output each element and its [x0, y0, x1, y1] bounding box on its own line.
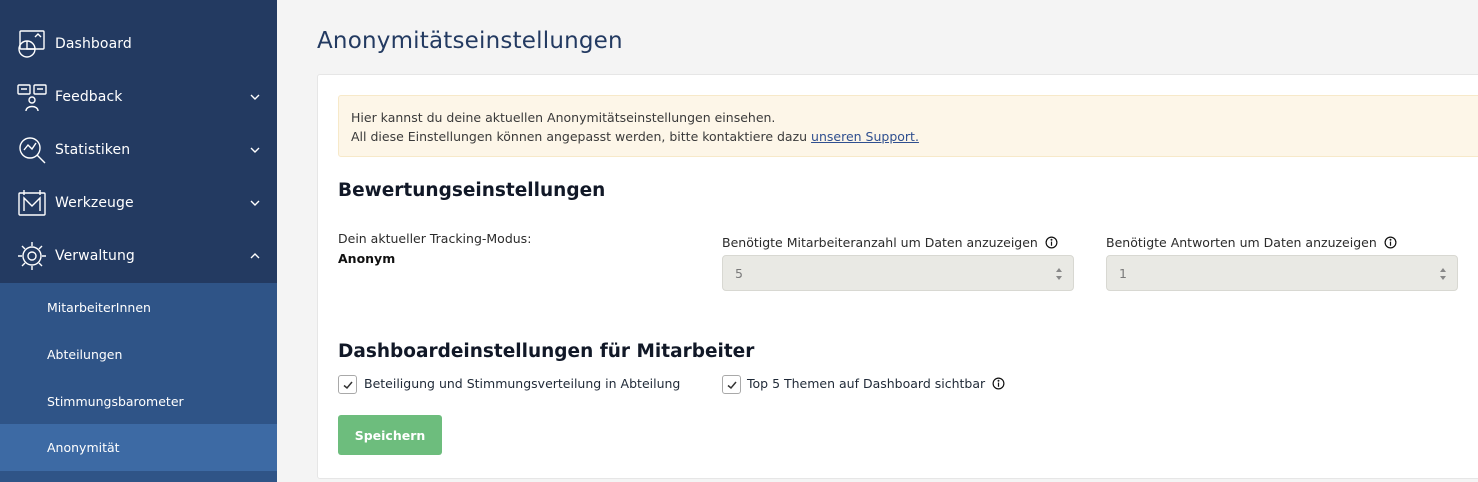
participation-checkbox[interactable]: [338, 375, 357, 394]
sidebar-submenu: MitarbeiterInnen Abteilungen Stimmungsba…: [0, 283, 277, 482]
info-notice: Hier kannst du deine aktuellen Anonymitä…: [338, 95, 1478, 157]
page-title: Anonymitätseinstellungen: [317, 28, 623, 54]
min-employees-label: Benötigte Mitarbeiteranzahl um Daten anz…: [722, 235, 1058, 250]
chevron-down-icon: [250, 147, 260, 153]
top-topics-checkbox-label[interactable]: Top 5 Themen auf Dashboard sichtbar: [747, 376, 1005, 391]
notice-line-2-text: All diese Einstellungen können angepasst…: [351, 129, 812, 144]
number-spinner-icon[interactable]: [1439, 266, 1447, 282]
number-spinner-icon[interactable]: [1055, 266, 1063, 282]
chevron-up-icon: [250, 252, 260, 258]
info-icon[interactable]: [1045, 236, 1058, 249]
tracking-mode-value: Anonym: [338, 251, 396, 266]
sidebar-item-label: Werkzeuge: [55, 194, 134, 211]
info-icon[interactable]: [1384, 236, 1397, 249]
sidebar-subitem-label: Anonymität: [47, 440, 120, 455]
sidebar-item-label: Feedback: [55, 88, 123, 105]
statistics-icon: [19, 136, 46, 163]
min-employees-label-text: Benötigte Mitarbeiteranzahl um Daten anz…: [722, 235, 1038, 250]
sidebar-item-statistiken[interactable]: Statistiken: [0, 123, 277, 176]
dashboard-settings-heading: Dashboardeinstellungen für Mitarbeiter: [338, 341, 755, 362]
check-icon: [343, 381, 353, 390]
info-icon[interactable]: [992, 377, 1005, 390]
sidebar-item-label: Statistiken: [55, 141, 131, 158]
tracking-mode-label: Dein aktueller Tracking-Modus:: [338, 231, 532, 246]
sidebar-subitem-label: Abteilungen: [47, 347, 123, 362]
sidebar-subitem-anonymitaet[interactable]: Anonymität: [0, 424, 277, 471]
top-topics-checkbox[interactable]: [722, 375, 741, 394]
min-answers-value: 1: [1119, 266, 1127, 281]
sidebar: Dashboard Feedback Statistiken Werkzeuge: [0, 0, 277, 482]
chevron-down-icon: [250, 94, 260, 100]
min-answers-input[interactable]: 1: [1106, 255, 1458, 291]
sidebar-item-feedback[interactable]: Feedback: [0, 70, 277, 123]
chevron-down-icon: [250, 200, 260, 206]
settings-gear-icon: [18, 241, 46, 270]
save-button[interactable]: Speichern: [338, 415, 442, 455]
dashboard-icon: [18, 29, 45, 58]
rating-settings-heading: Bewertungseinstellungen: [338, 180, 606, 201]
sidebar-item-dashboard[interactable]: Dashboard: [0, 17, 277, 70]
min-employees-input[interactable]: 5: [722, 255, 1074, 291]
sidebar-item-verwaltung[interactable]: Verwaltung: [0, 229, 277, 282]
notice-line-2: All diese Einstellungen können angepasst…: [351, 129, 919, 144]
sidebar-item-label: Verwaltung: [55, 247, 135, 264]
sidebar-item-label: Dashboard: [55, 35, 132, 52]
participation-checkbox-label[interactable]: Beteiligung und Stimmungsverteilung in A…: [364, 376, 680, 391]
min-answers-label: Benötigte Antworten um Daten anzuzeigen: [1106, 235, 1397, 250]
sidebar-subitem-stimmungsbarometer[interactable]: Stimmungsbarometer: [0, 378, 277, 425]
tools-icon: [18, 189, 46, 216]
support-link[interactable]: unseren Support.: [811, 129, 919, 144]
check-icon: [727, 381, 737, 390]
feedback-icon: [17, 83, 47, 111]
sidebar-subitem-label: Stimmungsbarometer: [47, 394, 184, 409]
sidebar-item-werkzeuge[interactable]: Werkzeuge: [0, 176, 277, 229]
top-topics-label-text: Top 5 Themen auf Dashboard sichtbar: [747, 376, 986, 391]
sidebar-subitem-abteilungen[interactable]: Abteilungen: [0, 331, 277, 378]
min-employees-value: 5: [735, 266, 743, 281]
sidebar-subitem-mitarbeiterinnen[interactable]: MitarbeiterInnen: [0, 284, 277, 331]
notice-line-1: Hier kannst du deine aktuellen Anonymitä…: [351, 110, 776, 125]
min-answers-label-text: Benötigte Antworten um Daten anzuzeigen: [1106, 235, 1377, 250]
sidebar-subitem-label: MitarbeiterInnen: [47, 300, 151, 315]
